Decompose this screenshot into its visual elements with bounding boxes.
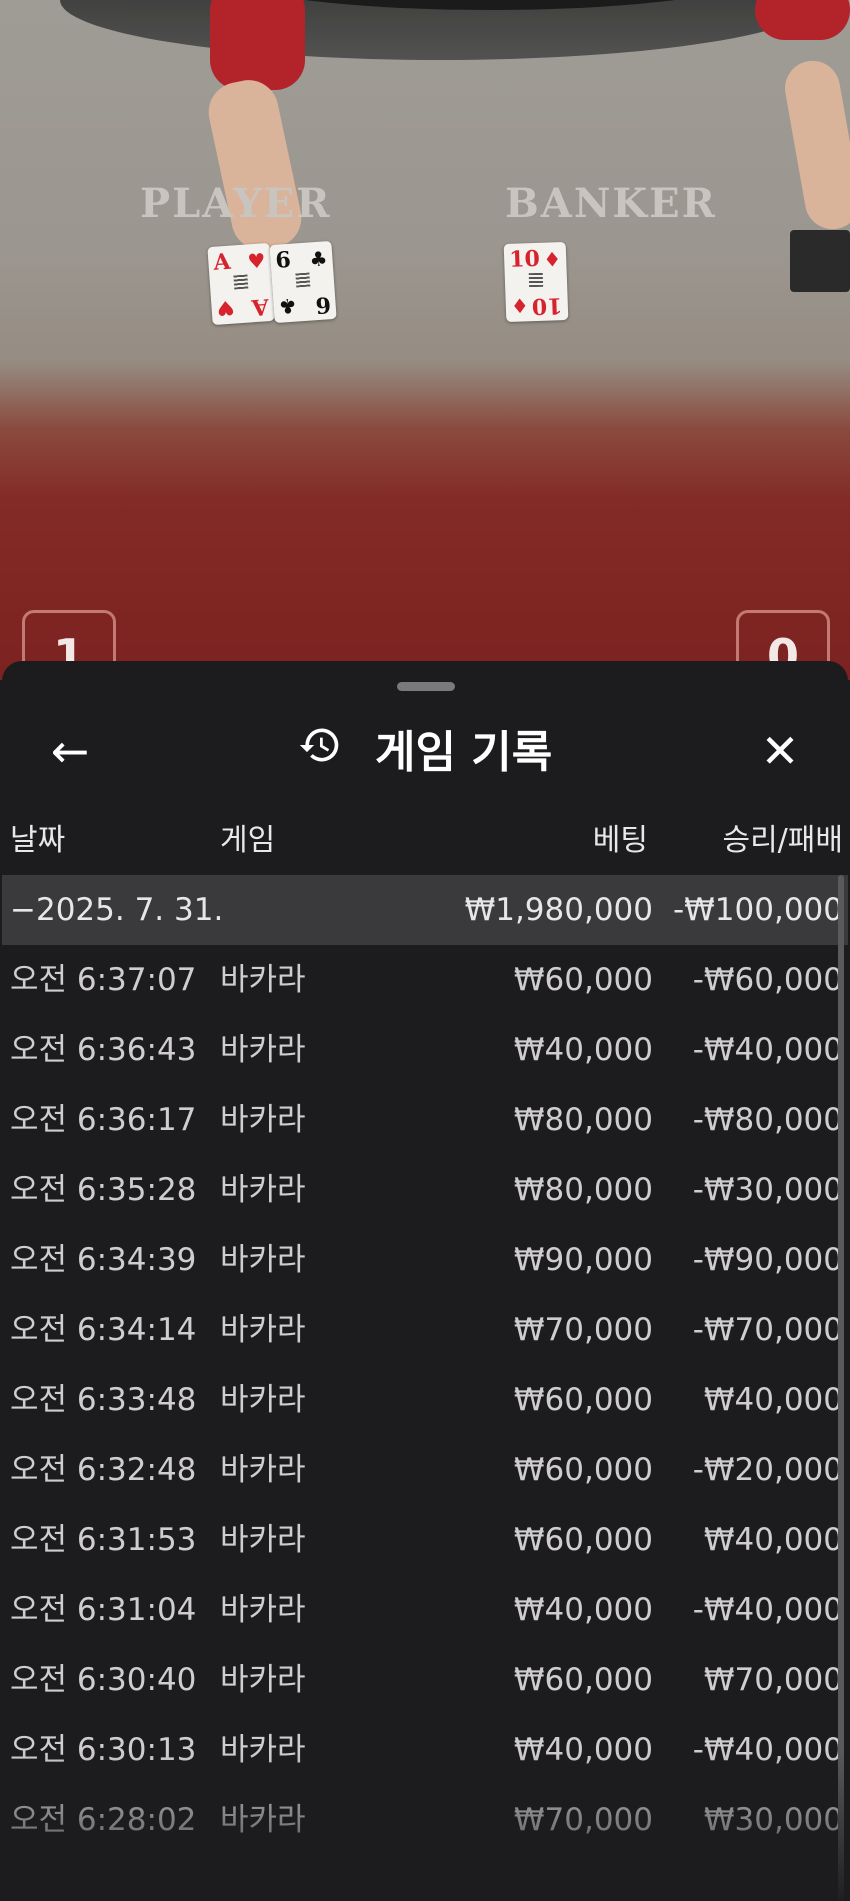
row-time: 오전 6:36:43 (10, 1032, 197, 1068)
table-row[interactable]: 오전 6:36:43 바카라 ₩40,000 -₩40,000 (2, 1015, 848, 1085)
row-result: -₩90,000 (692, 1242, 843, 1278)
row-result: -₩30,000 (692, 1172, 843, 1208)
dealer-hand-left (203, 74, 307, 256)
row-game: 바카라 (220, 1452, 306, 1488)
row-result: -₩20,000 (692, 1452, 843, 1488)
row-result: -₩40,000 (692, 1592, 843, 1628)
row-time: 오전 6:33:48 (10, 1382, 197, 1418)
card-shoe (790, 230, 850, 292)
player-zone-label: PLAYER (140, 180, 332, 227)
column-header-bet[interactable]: 베팅 (593, 821, 648, 861)
row-game: 바카라 (220, 1032, 306, 1068)
row-time: 오전 6:34:39 (10, 1242, 197, 1278)
dealer-sleeve-left (210, 0, 305, 90)
row-time: 오전 6:31:04 (10, 1592, 197, 1628)
row-result: ₩70,000 (703, 1662, 843, 1698)
live-game-view: PLAYER BANKER A ♥ ♥ A 6 ♣ ♣ 6 10 ♦ ♦ 10 1 0 (0, 0, 850, 680)
date-summary-row[interactable]: −2025. 7. 31. ₩1,980,000 -₩100,000 (2, 875, 848, 945)
game-history-sheet: ← 게임 기록 ✕ 날짜 게임 베팅 승리/패배 −2025. 7. 31. ₩… (2, 661, 848, 1901)
row-result: ₩40,000 (703, 1522, 843, 1558)
row-bet: ₩80,000 (513, 1102, 653, 1138)
column-header-date[interactable]: 날짜 (10, 821, 65, 861)
table-row[interactable]: 오전 6:32:48 바카라 ₩60,000 -₩20,000 (2, 1435, 848, 1505)
row-result: -₩60,000 (692, 962, 843, 998)
dealer-hand-right (780, 56, 850, 234)
row-time: 오전 6:30:40 (10, 1662, 197, 1698)
player-card: A ♥ ♥ A (207, 242, 275, 326)
summary-bet-total: ₩1,980,000 (464, 892, 653, 928)
row-bet: ₩60,000 (513, 1382, 653, 1418)
scrollbar[interactable] (838, 875, 844, 1901)
row-time: 오전 6:37:07 (10, 962, 197, 998)
column-header-game[interactable]: 게임 (220, 821, 275, 861)
row-game: 바카라 (220, 1242, 306, 1278)
row-bet: ₩80,000 (513, 1172, 653, 1208)
table-row[interactable]: 오전 6:31:04 바카라 ₩40,000 -₩40,000 (2, 1575, 848, 1645)
row-game: 바카라 (220, 1102, 306, 1138)
row-game: 바카라 (220, 1382, 306, 1418)
table-row[interactable]: 오전 6:36:17 바카라 ₩80,000 -₩80,000 (2, 1085, 848, 1155)
row-bet: ₩60,000 (513, 1662, 653, 1698)
row-bet: ₩60,000 (513, 962, 653, 998)
table-rim (60, 0, 820, 60)
table-row[interactable]: 오전 6:30:40 바카라 ₩60,000 ₩70,000 (2, 1645, 848, 1715)
row-game: 바카라 (220, 1172, 306, 1208)
dealer-sleeve-right (755, 0, 850, 40)
close-button[interactable]: ✕ (750, 721, 810, 781)
row-time: 오전 6:31:53 (10, 1522, 197, 1558)
row-time: 오전 6:32:48 (10, 1452, 197, 1488)
row-bet: ₩60,000 (513, 1522, 653, 1558)
row-result: -₩80,000 (692, 1102, 843, 1138)
row-game: 바카라 (220, 1522, 306, 1558)
row-time: 오전 6:35:28 (10, 1172, 197, 1208)
table-row[interactable]: 오전 6:34:39 바카라 ₩90,000 -₩90,000 (2, 1225, 848, 1295)
row-time: 오전 6:36:17 (10, 1102, 197, 1138)
row-bet: ₩90,000 (513, 1242, 653, 1278)
row-game: 바카라 (220, 1662, 306, 1698)
row-game: 바카라 (220, 1592, 306, 1628)
row-game: 바카라 (220, 1312, 306, 1348)
row-bet: ₩40,000 (513, 1592, 653, 1628)
table-row[interactable]: 오전 6:31:53 바카라 ₩60,000 ₩40,000 (2, 1505, 848, 1575)
row-bet: ₩60,000 (513, 1452, 653, 1488)
player-card: 6 ♣ ♣ 6 (269, 240, 337, 324)
sheet-drag-handle[interactable] (397, 682, 455, 691)
table-row[interactable]: 오전 6:33:48 바카라 ₩60,000 ₩40,000 (2, 1365, 848, 1435)
row-game: 바카라 (220, 962, 306, 998)
row-result: ₩40,000 (703, 1382, 843, 1418)
banker-zone-label: BANKER (505, 180, 717, 227)
row-bet: ₩40,000 (513, 1032, 653, 1068)
row-result: -₩40,000 (692, 1032, 843, 1068)
row-time: 오전 6:34:14 (10, 1312, 197, 1348)
column-header-result[interactable]: 승리/패배 (722, 821, 843, 861)
table-row[interactable]: 오전 6:34:14 바카라 ₩70,000 -₩70,000 (2, 1295, 848, 1365)
bottom-fade (2, 1751, 848, 1901)
sheet-header: ← 게임 기록 ✕ (2, 701, 848, 801)
sheet-title: 게임 기록 (375, 727, 553, 778)
table-row[interactable]: 오전 6:37:07 바카라 ₩60,000 -₩60,000 (2, 945, 848, 1015)
row-bet: ₩70,000 (513, 1312, 653, 1348)
summary-result-total: -₩100,000 (672, 892, 843, 928)
close-icon: ✕ (760, 724, 800, 778)
table-row[interactable]: 오전 6:35:28 바카라 ₩80,000 -₩30,000 (2, 1155, 848, 1225)
history-icon (298, 723, 342, 783)
history-table: −2025. 7. 31. ₩1,980,000 -₩100,000 오전 6:… (2, 875, 848, 1855)
banker-card: 10 ♦ ♦ 10 (503, 241, 569, 323)
row-result: -₩70,000 (692, 1312, 843, 1348)
page-title: 게임 기록 (2, 721, 848, 781)
summary-date: −2025. 7. 31. (10, 892, 224, 928)
